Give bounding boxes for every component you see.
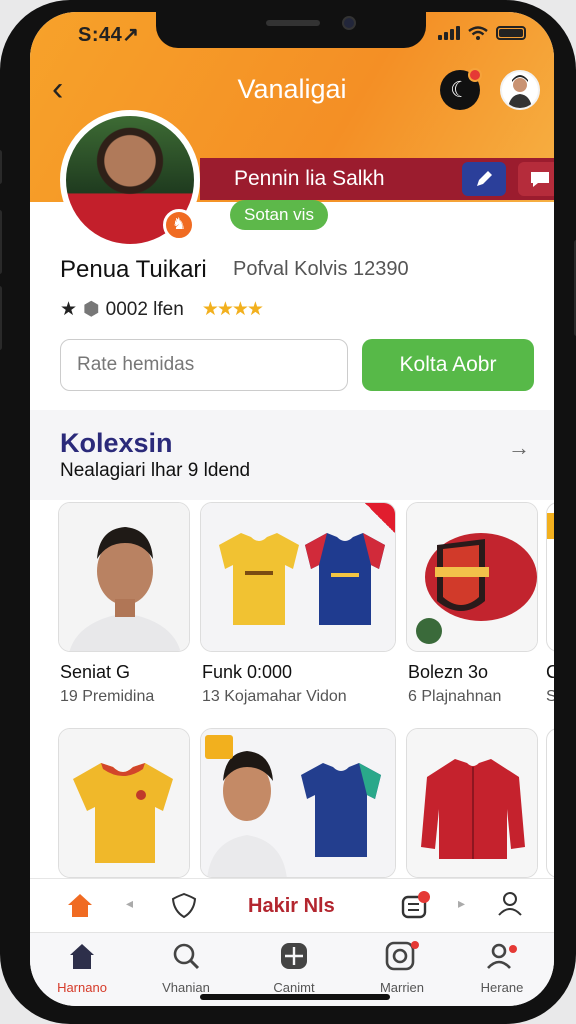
stats-text: 0002 lfen [105,298,184,320]
card-subtitle: 19 Premidina [60,688,155,705]
collection-icon [281,943,307,969]
nav-item-home[interactable]: Harnano [40,941,124,995]
pen-icon [477,171,492,186]
nav-item-search[interactable]: Vhanian [144,941,228,995]
arrow-right-icon[interactable]: → [508,435,530,461]
nav-label: Harnano [57,980,107,995]
verified-badge-icon: ♞ [163,209,195,241]
collection-title: Kolexsin [60,428,173,458]
product-card[interactable] [406,502,538,652]
scarf-badge-image [407,503,537,651]
product-card[interactable] [58,502,190,652]
product-card[interactable] [406,728,538,878]
profile-ribbon: Pennin lia Salkh [200,158,554,200]
home-icon[interactable] [66,891,94,919]
user-avatar[interactable] [500,70,540,110]
volume-up-button [0,210,2,274]
star-icon: ★ [60,299,78,320]
nav-label: Vhanian [162,980,210,995]
coin-icon: ⬢ [83,299,100,320]
card-title: C [546,662,554,682]
volume-down-button [0,286,2,350]
tag-icon [205,735,233,759]
card-title: Bolezn 3o [408,662,489,682]
profile-stats: ★ ⬢ 0002 lfen ★★★★ [60,298,264,321]
tab-center-label[interactable]: Hakir Nls [248,895,335,918]
camera-icon [385,941,419,971]
nav-label: Marrien [379,980,425,995]
nav-item-profile[interactable]: Herane [460,941,544,995]
edit-button[interactable] [462,162,506,196]
red-jacket-image [407,729,537,877]
profile-meta: Pofval Kolvis 12390 [233,258,409,280]
search-icon [173,943,200,970]
status-time: S:44↗ [78,24,140,46]
card-subtitle: 13 Kojamahar Vidon [202,688,347,705]
nav-label: Herane [480,980,524,995]
status-badge: Sotan vis [230,200,328,230]
chat-icon [531,172,549,187]
collection-subtitle: Nealagiari lhar 9 ldend [60,460,251,481]
product-card[interactable] [58,728,190,878]
notification-dot [468,68,482,82]
chevron-right-icon[interactable]: ▸ [458,895,465,912]
avatar-icon [508,75,532,108]
rating-stars-icon: ★★★★ [201,299,264,320]
product-card[interactable] [546,502,554,652]
yellow-jersey-image [59,729,189,877]
home-indicator [200,994,390,1000]
signal-icon [438,26,460,40]
dark-mode-button[interactable]: ☾ [440,68,482,110]
nav-label: Canimt [273,980,315,995]
nav-item-collection[interactable]: Canimt [252,941,336,995]
ribbon-name: Pennin lia Salkh [234,167,385,190]
card-subtitle: S [546,688,554,705]
phone-frame: S:44↗ ‹ Vanaligai ☾ Pennin lia Salkh ♞ S… [0,0,576,1024]
app-screen: S:44↗ ‹ Vanaligai ☾ Pennin lia Salkh ♞ S… [30,12,554,1006]
sale-tag-icon [365,503,395,533]
collection-grid: Seniat G 19 Premidina Funk 0:000 13 Koja… [58,502,554,882]
chevron-left-icon[interactable]: ◂ [126,895,133,912]
search-input[interactable] [60,339,348,391]
home-icon [70,944,94,969]
player-photo [59,503,189,651]
primary-action-button[interactable]: Kolta Aobr [362,339,534,391]
message-button[interactable] [518,162,554,196]
battery-icon [496,26,526,40]
shield-icon[interactable] [170,891,198,919]
product-card[interactable] [546,728,554,878]
status-icons [438,26,526,40]
card-subtitle: 6 Plajnahnan [408,688,502,705]
camera-notch [156,12,426,48]
secondary-tab-bar: ◂ Hakir Nls ▸ [30,878,554,932]
nav-item-camera[interactable]: Marrien [360,941,444,995]
silent-switch [0,150,2,184]
product-card[interactable] [200,502,396,652]
wifi-icon [468,26,488,40]
profile-name: Penua Tuikari [60,256,207,283]
user-icon[interactable] [496,889,524,919]
moon-icon: ☾ [450,77,470,102]
card-title: Funk 0:000 [202,662,293,682]
tag-icon [547,513,554,539]
profile-icon [487,943,517,969]
list-icon[interactable] [400,891,430,921]
product-card[interactable] [200,728,396,878]
card-title: Seniat G [60,662,131,682]
